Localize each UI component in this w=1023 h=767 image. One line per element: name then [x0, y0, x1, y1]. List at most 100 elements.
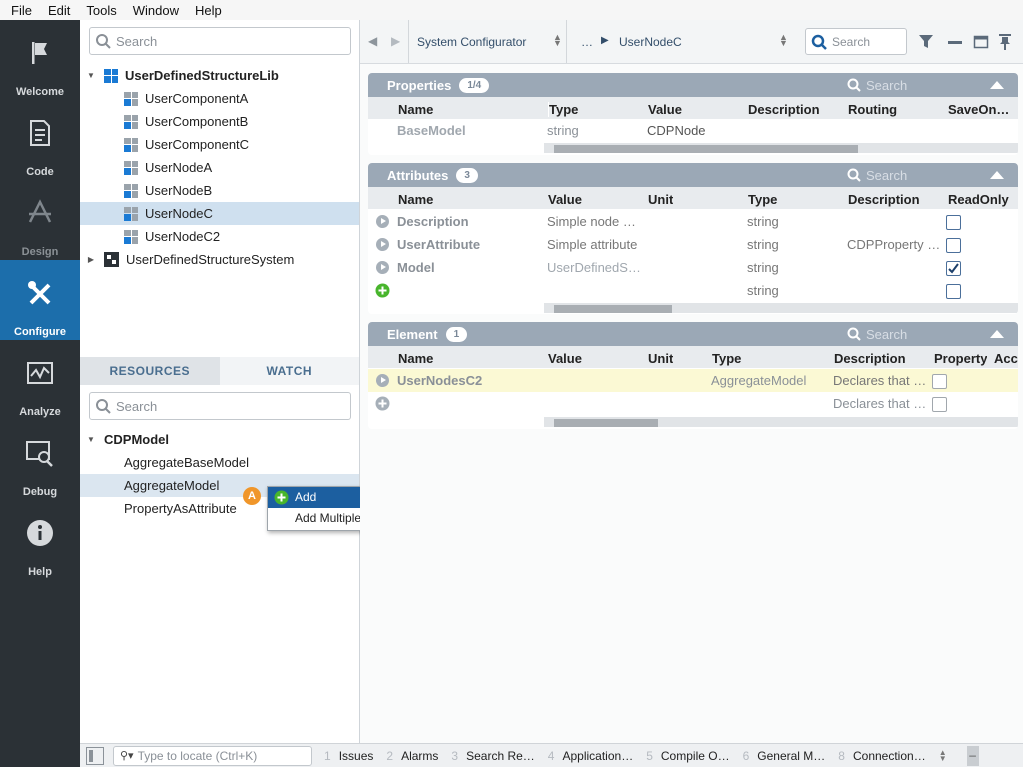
attribute-value[interactable]: Simple attribute [547, 237, 643, 252]
element-search[interactable]: Search [846, 326, 907, 342]
col-description[interactable]: Description [834, 351, 906, 366]
tree-item-usercomponentc[interactable]: UserComponentC [80, 133, 359, 156]
col-acc[interactable]: Acc [994, 351, 1018, 366]
readonly-checkbox[interactable] [946, 215, 961, 230]
tree-item-usercomponenta[interactable]: UserComponentA [80, 87, 359, 110]
col-type[interactable]: Type [748, 192, 777, 207]
collapse-icon[interactable] [990, 171, 1004, 179]
scrollbar-thumb[interactable] [554, 305, 672, 313]
table-row-new[interactable]: string [368, 279, 1018, 302]
expand-icon[interactable] [376, 374, 389, 387]
minimize-icon[interactable] [947, 34, 963, 50]
table-row[interactable]: UserNodesC2 AggregateModel Declares that… [368, 369, 1018, 392]
property-checkbox[interactable] [932, 374, 947, 389]
nav-debug[interactable]: Debug [0, 420, 80, 500]
tree-item-system[interactable]: ▶ UserDefinedStructureSystem [80, 248, 359, 271]
table-row[interactable]: BaseModel string CDPNode [368, 119, 1018, 142]
updown-icon[interactable]: ▲ ▼ [939, 748, 947, 762]
table-row-new[interactable]: Declares that … [368, 392, 1018, 415]
col-readonly[interactable]: ReadOnly [948, 192, 1009, 207]
menu-help[interactable]: Help [184, 3, 227, 18]
attribute-description[interactable]: CDPProperty … [847, 237, 941, 252]
tree-item-usernodeb[interactable]: UserNodeB [80, 179, 359, 202]
panel-toggle-icon[interactable] [86, 746, 104, 765]
col-name[interactable]: Name [398, 192, 433, 207]
scrollbar-thumb[interactable] [554, 419, 658, 427]
tree-item-lib[interactable]: ▼ UserDefinedStructureLib [80, 64, 359, 87]
scrollbar-thumb[interactable] [554, 145, 858, 153]
toolbar-search-input[interactable]: Search [805, 28, 907, 55]
status-pane-issues[interactable]: 1 Issues [324, 749, 373, 763]
collapse-panel-icon[interactable]: – [966, 745, 979, 766]
project-search-input[interactable]: Search [89, 27, 351, 55]
collapse-icon[interactable] [990, 330, 1004, 338]
col-value[interactable]: Value [548, 351, 582, 366]
tree-item-cdpmodel[interactable]: ▼ CDPModel [80, 428, 359, 451]
status-pane-general-messages[interactable]: 6 General M… [743, 749, 826, 763]
table-row[interactable]: Description Simple node … string [368, 210, 1018, 233]
nav-design[interactable]: Design [0, 180, 80, 260]
horizontal-scrollbar[interactable] [544, 303, 1018, 313]
attribute-value[interactable]: Simple node … [547, 214, 643, 229]
status-pane-compile-output[interactable]: 5 Compile O… [646, 749, 729, 763]
nav-help[interactable]: Help [0, 500, 80, 580]
resource-item-aggregatebasemodel[interactable]: AggregateBaseModel [80, 451, 359, 474]
col-saveonchange[interactable]: SaveOnChange [948, 102, 1018, 117]
locate-input[interactable]: ⚲▾ Type to locate (Ctrl+K) [113, 745, 312, 766]
expand-icon[interactable] [376, 238, 389, 251]
pin-icon[interactable] [997, 33, 1013, 51]
table-row[interactable]: Model UserDefinedS… string [368, 256, 1018, 279]
expand-icon[interactable] [376, 215, 389, 228]
collapse-icon[interactable] [990, 81, 1004, 89]
horizontal-scrollbar[interactable] [544, 417, 1018, 427]
menu-tools[interactable]: Tools [75, 3, 121, 18]
menu-file[interactable]: File [0, 3, 37, 18]
col-name[interactable]: Name [398, 351, 433, 366]
tab-resources[interactable]: RESOURCES [80, 357, 220, 385]
properties-header[interactable]: Properties 1/4 Search [368, 73, 1018, 97]
nav-analyze[interactable]: Analyze [0, 340, 80, 420]
forward-icon[interactable]: ▶ [391, 34, 400, 48]
add-icon[interactable] [375, 396, 390, 411]
col-description[interactable]: Description [748, 102, 820, 117]
property-checkbox[interactable] [932, 397, 947, 412]
readonly-checkbox-checked[interactable] [946, 261, 961, 276]
col-property[interactable]: Property [934, 351, 987, 366]
attribute-value[interactable]: UserDefinedS… [547, 260, 643, 275]
attributes-header[interactable]: Attributes 3 Search [368, 163, 1018, 187]
filter-icon[interactable] [918, 34, 936, 50]
status-pane-application[interactable]: 4 Application… [548, 749, 633, 763]
attribute-type[interactable]: string [747, 283, 779, 298]
nav-welcome[interactable]: Welcome [0, 20, 80, 100]
tree-item-usernodec[interactable]: UserNodeC [80, 202, 359, 225]
col-unit[interactable]: Unit [648, 351, 673, 366]
breadcrumb[interactable]: … ▶ UserNodeC ▲ ▼ [567, 20, 797, 63]
breadcrumb-ellipsis[interactable]: … [581, 35, 593, 49]
expand-icon[interactable] [376, 261, 389, 274]
col-routing[interactable]: Routing [848, 102, 897, 117]
table-row[interactable]: UserAttribute Simple attribute string CD… [368, 233, 1018, 256]
col-description[interactable]: Description [848, 192, 920, 207]
resources-search-input[interactable]: Search [89, 392, 351, 420]
attribute-type[interactable]: string [747, 237, 779, 252]
col-type[interactable]: Type [712, 351, 741, 366]
menu-edit[interactable]: Edit [37, 3, 75, 18]
tree-item-usernodea[interactable]: UserNodeA [80, 156, 359, 179]
element-description[interactable]: Declares that … [833, 373, 929, 388]
property-value[interactable]: CDPNode [647, 123, 706, 138]
menu-window[interactable]: Window [122, 3, 184, 18]
attribute-type[interactable]: string [747, 260, 779, 275]
tab-watch[interactable]: WATCH [219, 357, 359, 385]
attribute-type[interactable]: string [747, 214, 779, 229]
readonly-checkbox[interactable] [946, 238, 961, 253]
maximize-icon[interactable] [973, 34, 989, 50]
element-type[interactable]: AggregateModel [711, 373, 806, 388]
nav-configure[interactable]: Configure [0, 260, 80, 340]
back-icon[interactable]: ◀ [368, 34, 377, 48]
element-description[interactable]: Declares that … [833, 396, 929, 411]
status-pane-search-results[interactable]: 3 Search Re… [451, 749, 534, 763]
tree-item-usercomponentb[interactable]: UserComponentB [80, 110, 359, 133]
status-pane-connection[interactable]: 8 Connection… [838, 749, 925, 763]
element-header[interactable]: Element 1 Search [368, 322, 1018, 346]
properties-search[interactable]: Search [846, 77, 907, 93]
